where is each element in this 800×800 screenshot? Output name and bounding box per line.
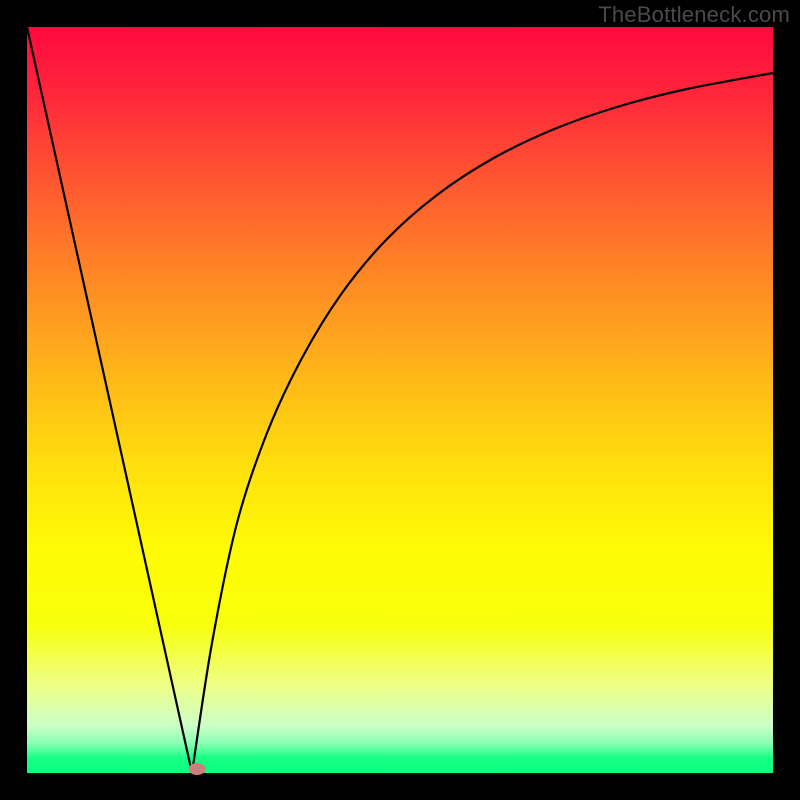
- watermark-text: TheBottleneck.com: [598, 2, 790, 28]
- optimal-point-marker: [189, 763, 206, 775]
- bottleneck-curve: [27, 27, 773, 773]
- chart-svg: [27, 27, 773, 773]
